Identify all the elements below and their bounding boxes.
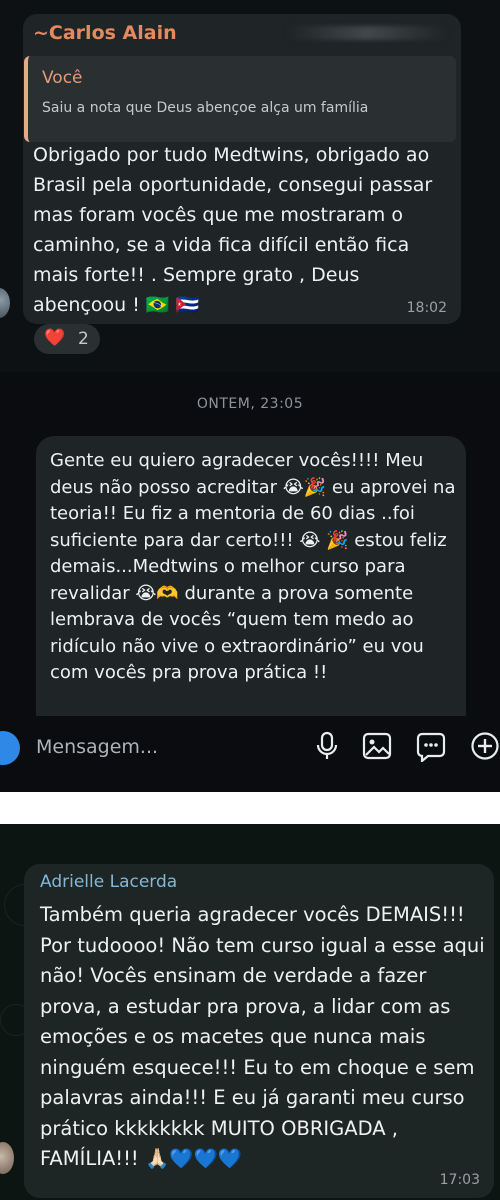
- image-icon[interactable]: [362, 730, 392, 762]
- reply-text: Saiu a nota que Deus abençoe alça um fam…: [42, 100, 369, 116]
- avatar[interactable]: [0, 1142, 14, 1174]
- message-bubble[interactable]: Gente eu quiero agradecer vocês!!!! Meu …: [36, 436, 466, 736]
- message-bubble[interactable]: ~Carlos Alain Você Saiu a nota que Deus …: [23, 14, 461, 324]
- message-bubble[interactable]: Adrielle Lacerda Também queria agradecer…: [24, 864, 494, 1198]
- microphone-icon[interactable]: [312, 730, 342, 762]
- message-text: Obrigado por tudo Medtwins, obrigado ao …: [33, 144, 433, 316]
- chat-screenshot-3: Adrielle Lacerda Também queria agradecer…: [0, 792, 500, 1200]
- quoted-reply[interactable]: Você Saiu a nota que Deus abençoe alça u…: [24, 56, 456, 142]
- message-time: 18:02: [406, 300, 447, 316]
- sender-name[interactable]: ~Carlos Alain: [33, 22, 177, 44]
- reaction-count: 2: [78, 329, 89, 349]
- chat-background: Adrielle Lacerda Também queria agradecer…: [0, 824, 500, 1200]
- avatar[interactable]: [0, 288, 10, 318]
- reply-author: Você: [42, 68, 83, 88]
- redacted-phone-number: [287, 26, 447, 40]
- reaction-badge[interactable]: ❤️ 2: [34, 324, 100, 354]
- message-input[interactable]: Mensagem...: [36, 736, 158, 758]
- sender-name[interactable]: Adrielle Lacerda: [40, 872, 177, 892]
- message-time: 17:03: [439, 1172, 480, 1188]
- chat-screenshot-2: ONTEM, 23:05 Gente eu quiero agradecer v…: [0, 372, 500, 792]
- message-text: Também queria agradecer vocês DEMAIS!!! …: [40, 903, 485, 1170]
- camera-icon[interactable]: [0, 731, 20, 765]
- date-separator: ONTEM, 23:05: [196, 396, 304, 412]
- message-composer: Mensagem...: [0, 716, 500, 792]
- plus-icon[interactable]: [470, 730, 500, 762]
- sticker-icon[interactable]: [416, 730, 446, 762]
- heart-icon: ❤️: [44, 328, 66, 348]
- message-text: Gente eu quiero agradecer vocês!!!! Meu …: [50, 450, 456, 683]
- chat-screenshot-1: ~Carlos Alain Você Saiu a nota que Deus …: [0, 0, 500, 372]
